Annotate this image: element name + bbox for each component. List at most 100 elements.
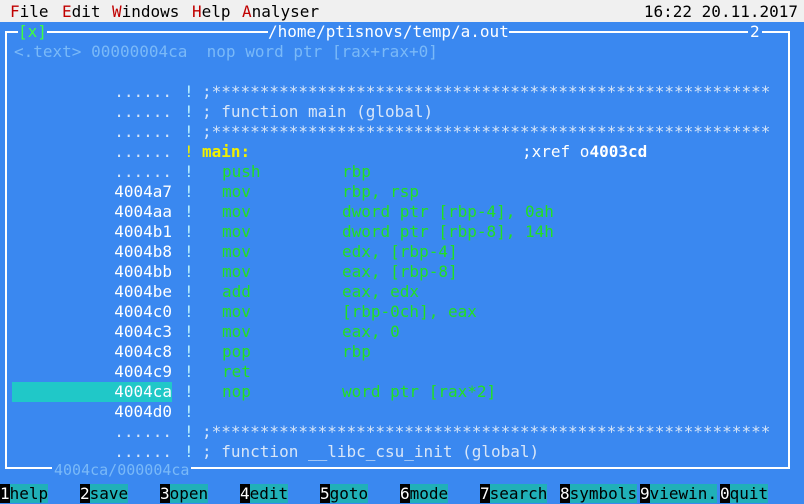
row-address: 4004be <box>114 282 172 301</box>
row-address: ...... <box>114 102 172 121</box>
row-separator: ! <box>184 162 194 181</box>
row-address: ...... <box>114 142 172 161</box>
fkey-number: 0 <box>720 484 730 503</box>
row-address: ...... <box>114 442 172 461</box>
row-separator: ! <box>184 242 194 261</box>
row-separator: ! <box>184 382 194 401</box>
row-separator: ! <box>184 182 194 201</box>
menu-analyser-label: nalyser <box>251 2 320 21</box>
fkey-search[interactable]: 7search <box>480 484 548 504</box>
status-address: 4004ca/000004ca <box>52 461 192 479</box>
fkey-viewin[interactable]: 9viewin. <box>640 484 718 504</box>
instruction-mnemonic: mov <box>222 202 251 221</box>
row-comment: ;***************************************… <box>202 422 771 441</box>
row-separator: ! <box>184 262 194 281</box>
window-close-button[interactable]: [x] <box>18 22 47 42</box>
fkey-number: 2 <box>80 484 90 503</box>
current-instruction-hint: <.text> 00000004ca nop word ptr [rax+rax… <box>14 42 438 61</box>
instruction-mnemonic: mov <box>222 242 251 261</box>
fkey-number: 9 <box>640 484 650 503</box>
fkey-help[interactable]: 1help <box>0 484 49 504</box>
row-address: ...... <box>114 422 172 441</box>
row-address: 4004c0 <box>114 302 172 321</box>
window-title: /home/ptisnovs/temp/a.out <box>268 22 509 42</box>
row-address: ...... <box>114 82 172 101</box>
fkey-goto[interactable]: 5goto <box>320 484 369 504</box>
instruction-operands: dword ptr [rbp-4], 0ah <box>342 202 554 221</box>
function-label[interactable]: main: <box>202 142 250 162</box>
row-address: ...... <box>114 162 172 181</box>
row-address: 4004d0 <box>114 402 172 421</box>
instruction-operands: rbp <box>342 342 371 361</box>
row-comment: ;***************************************… <box>202 122 771 141</box>
fkey-label: mode <box>409 484 449 503</box>
instruction-operands: word ptr [rax*2] <box>342 382 497 401</box>
fkey-open[interactable]: 3open <box>160 484 209 504</box>
row-separator: ! <box>184 302 194 321</box>
menu-file-label: ile <box>19 2 49 21</box>
row-address: 4004bb <box>114 262 172 281</box>
fkey-edit[interactable]: 4edit <box>240 484 289 504</box>
fkey-quit[interactable]: 0quit <box>720 484 769 504</box>
fkey-symbols[interactable]: 8symbols <box>560 484 638 504</box>
menu-file[interactable]: File <box>10 2 49 22</box>
instruction-operands: eax, [rbp-8] <box>342 262 458 281</box>
row-separator: ! <box>184 82 194 101</box>
xref-address[interactable]: 4003cd <box>589 142 647 161</box>
instruction-mnemonic: mov <box>222 322 251 341</box>
menu-analyser[interactable]: Analyser <box>242 2 319 22</box>
row-address: 4004b8 <box>114 242 172 261</box>
instruction-mnemonic: nop <box>222 382 251 401</box>
row-separator: ! <box>184 422 194 441</box>
fkey-number: 5 <box>320 484 330 503</box>
fkey-label: edit <box>249 484 289 503</box>
menu-help-label: elp <box>201 2 231 21</box>
fkey-number: 3 <box>160 484 170 503</box>
menu-windows[interactable]: Windows <box>112 2 179 22</box>
clock: 16:22 20.11.2017 <box>643 2 798 21</box>
instruction-operands: eax, edx <box>342 282 420 301</box>
row-separator: ! <box>184 202 194 221</box>
menu-help-hotkey: H <box>192 2 202 21</box>
row-separator: ! <box>184 102 194 121</box>
instruction-mnemonic: mov <box>222 302 251 321</box>
fkey-number: 6 <box>400 484 410 503</box>
row-address: 4004ca <box>114 382 172 401</box>
row-address: 4004aa <box>114 202 172 221</box>
menu-analyser-hotkey: A <box>242 2 252 21</box>
row-separator: ! <box>184 362 194 381</box>
fkey-number: 4 <box>240 484 250 503</box>
close-icon: [x] <box>18 22 47 41</box>
instruction-mnemonic: ret <box>222 362 251 381</box>
menu-edit[interactable]: Edit <box>62 2 101 22</box>
row-address: 4004b1 <box>114 222 172 241</box>
row-separator: ! <box>184 142 194 161</box>
menu-edit-label: dit <box>71 2 101 21</box>
xref-prefix: ;xref o <box>522 142 590 161</box>
window-number: 2 <box>748 22 762 42</box>
fkey-number: 1 <box>0 484 10 503</box>
fkey-label: help <box>9 484 49 503</box>
xref-comment[interactable]: ;xref o4003cd <box>522 142 647 162</box>
row-separator: ! <box>184 222 194 241</box>
row-address: ...... <box>114 122 172 141</box>
menu-bar: File Edit Windows Help Analyser 16:22 20… <box>0 0 804 22</box>
fkey-save[interactable]: 2save <box>80 484 129 504</box>
fkey-number: 7 <box>480 484 490 503</box>
instruction-mnemonic: mov <box>222 182 251 201</box>
menu-help[interactable]: Help <box>192 2 231 22</box>
function-key-bar: 1help 2save 3open 4edit 5goto 6mode 7search 8sy… <box>0 484 804 504</box>
menu-file-hotkey: F <box>10 2 20 21</box>
row-comment: ;***************************************… <box>202 82 771 101</box>
instruction-operands: edx, [rbp-4] <box>342 242 458 261</box>
fkey-label: save <box>89 484 129 503</box>
instruction-operands: rbp <box>342 162 371 181</box>
fkey-mode[interactable]: 6mode <box>400 484 449 504</box>
instruction-mnemonic: mov <box>222 262 251 281</box>
row-separator: ! <box>184 282 194 301</box>
fkey-label: open <box>169 484 209 503</box>
row-separator: ! <box>184 322 194 341</box>
row-address: 4004c8 <box>114 342 172 361</box>
fkey-label: viewin. <box>649 484 718 503</box>
fkey-label: quit <box>729 484 769 503</box>
